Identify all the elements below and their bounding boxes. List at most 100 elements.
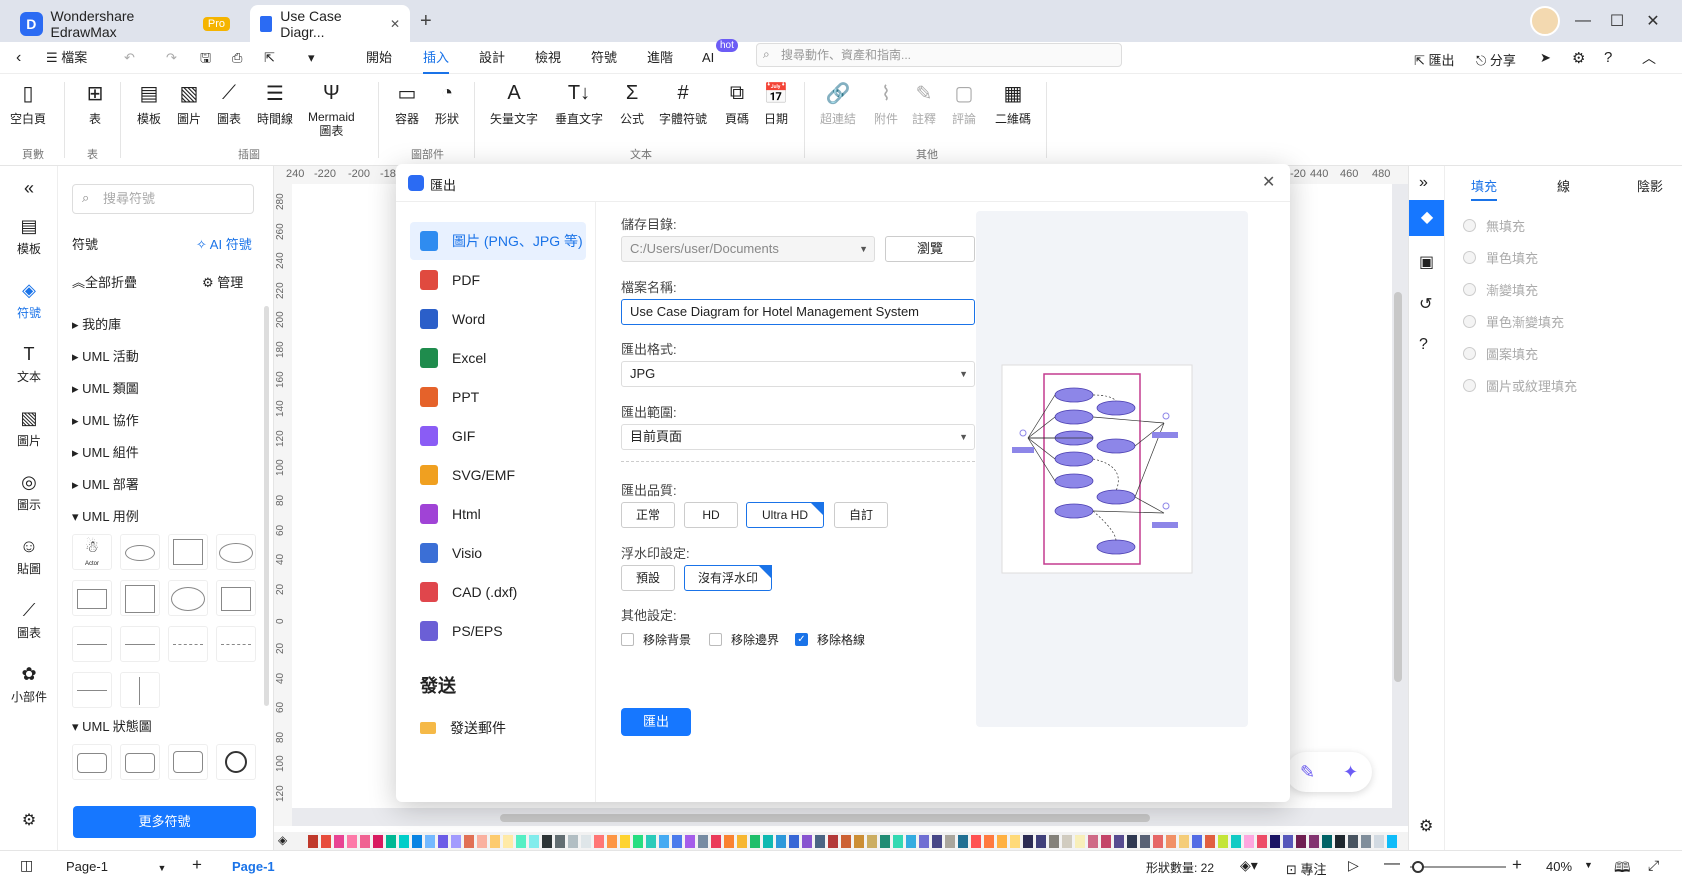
save-dir-field[interactable]: C:/Users/user/Documents ▼	[621, 236, 875, 262]
color-swatch[interactable]	[646, 835, 656, 848]
library-uml-state[interactable]: ▾ UML 狀態圖	[72, 716, 152, 735]
color-swatch[interactable]	[490, 835, 500, 848]
color-swatch[interactable]	[1296, 835, 1306, 848]
color-swatch[interactable]	[685, 835, 695, 848]
tab-shadow[interactable]: 陰影	[1637, 176, 1663, 195]
quality-custom[interactable]: 自訂	[834, 502, 888, 528]
leftbar-charts[interactable]: ⟋ 圖表	[0, 600, 58, 641]
color-swatch[interactable]	[854, 835, 864, 848]
ribbon-annotation[interactable]: ✎ 註釋	[911, 80, 937, 127]
undo-icon[interactable]: ↶	[124, 42, 135, 74]
send-icon[interactable]: ➤	[1540, 50, 1551, 66]
symbol-usecase[interactable]	[120, 534, 160, 570]
save-icon[interactable]: 🖫	[200, 42, 211, 74]
ribbon-collapse-icon[interactable]: ︿	[1642, 48, 1656, 68]
help-panel-icon[interactable]: ?	[1419, 336, 1428, 354]
collapse-all-button[interactable]: ︽全部折疊	[72, 272, 137, 291]
symbol-state[interactable]	[72, 744, 112, 780]
ribbon-page-number[interactable]: ⧉ 頁碼	[724, 80, 750, 127]
ribbon-container[interactable]: ▭ 容器	[394, 80, 420, 127]
color-swatch[interactable]	[360, 835, 370, 848]
color-swatch[interactable]	[1075, 835, 1085, 848]
settings-panel-icon[interactable]: ⚙	[1419, 816, 1433, 836]
color-swatch[interactable]	[1036, 835, 1046, 848]
color-swatch[interactable]	[672, 835, 682, 848]
color-swatch[interactable]	[1309, 835, 1319, 848]
color-swatch[interactable]	[932, 835, 942, 848]
color-swatch[interactable]	[984, 835, 994, 848]
minimize-icon[interactable]: —	[1568, 8, 1598, 34]
fill-option-solid[interactable]: 單色填充	[1463, 248, 1538, 267]
color-swatch[interactable]	[1179, 835, 1189, 848]
library-uml-collab[interactable]: ▸ UML 協作	[72, 410, 139, 429]
color-swatch[interactable]	[815, 835, 825, 848]
color-swatch[interactable]	[555, 835, 565, 848]
color-swatch[interactable]	[919, 835, 929, 848]
more-symbols-button[interactable]: 更多符號	[73, 806, 256, 838]
leftbar-text[interactable]: T 文本	[0, 344, 58, 385]
color-swatch[interactable]	[1140, 835, 1150, 848]
leftbar-stickers[interactable]: ☺ 貼圖	[0, 536, 58, 577]
color-swatch[interactable]	[802, 835, 812, 848]
page-selector[interactable]: Page-1 ▼	[66, 859, 166, 874]
print-icon[interactable]: ⎙	[232, 42, 242, 74]
color-swatch[interactable]	[516, 835, 526, 848]
library-uml-deploy[interactable]: ▸ UML 部署	[72, 474, 139, 493]
color-swatch[interactable]	[1192, 835, 1202, 848]
symbol-assoc[interactable]	[72, 672, 112, 708]
color-swatch[interactable]	[867, 835, 877, 848]
more-quick-icon[interactable]: ▾	[308, 42, 315, 74]
ai-symbol-button[interactable]: ✧ AI 符號	[196, 234, 252, 253]
symbol-include[interactable]	[168, 626, 208, 662]
color-swatch[interactable]	[542, 835, 552, 848]
menu-insert[interactable]: 插入	[423, 42, 450, 74]
library-uml-component[interactable]: ▸ UML 組件	[72, 442, 139, 461]
color-swatch[interactable]	[1049, 835, 1059, 848]
leftbar-symbols[interactable]: ◈ 符號	[0, 280, 58, 321]
color-swatch[interactable]	[1244, 835, 1254, 848]
file-menu[interactable]: ☰ 檔案	[46, 42, 87, 74]
color-swatch[interactable]	[321, 835, 331, 848]
library-my[interactable]: ▸ 我的庫	[72, 314, 121, 333]
format-item-ppt[interactable]: PPT	[410, 378, 586, 416]
color-swatch[interactable]	[399, 835, 409, 848]
color-swatch[interactable]	[477, 835, 487, 848]
ribbon-chart[interactable]: ⟋ 圖表	[216, 80, 242, 127]
ribbon-vector-text[interactable]: A 矢量文字	[490, 80, 538, 127]
color-swatch[interactable]	[347, 835, 357, 848]
menu-view[interactable]: 檢視	[535, 42, 561, 74]
ribbon-qr-code[interactable]: ▦ 二維碼	[995, 80, 1031, 127]
leftbar-templates[interactable]: ▤ 模板	[0, 216, 58, 257]
color-swatch[interactable]	[1257, 835, 1267, 848]
color-swatch[interactable]	[438, 835, 448, 848]
symbol-arrow[interactable]	[120, 626, 160, 662]
ribbon-table[interactable]: ⊞ 表	[82, 80, 108, 127]
color-swatch[interactable]	[1023, 835, 1033, 848]
ribbon-template[interactable]: ▤ 模板	[136, 80, 162, 127]
color-swatch[interactable]	[1114, 835, 1124, 848]
redo-icon[interactable]: ↷	[166, 42, 177, 74]
color-swatch[interactable]	[880, 835, 890, 848]
color-swatch[interactable]	[1283, 835, 1293, 848]
zoom-slider[interactable]	[1410, 861, 1506, 873]
symbol-system[interactable]	[120, 580, 160, 616]
new-tab-button[interactable]: +	[420, 10, 432, 33]
remove-border-checkbox[interactable]: 移除邊界	[709, 631, 779, 648]
zoom-in-icon[interactable]: +	[1512, 855, 1522, 875]
color-swatch[interactable]	[568, 835, 578, 848]
ribbon-hyperlink[interactable]: 🔗 超連結	[820, 80, 856, 127]
ribbon-shape[interactable]: ◔ 形狀	[434, 80, 460, 127]
search-input[interactable]: 搜尋動作、資產和指南...	[756, 43, 1122, 67]
symbol-note[interactable]	[216, 580, 256, 616]
color-swatch[interactable]	[893, 835, 903, 848]
color-swatch[interactable]	[763, 835, 773, 848]
leftbar-images[interactable]: ▧ 圖片	[0, 408, 58, 449]
menu-advanced[interactable]: 進階	[647, 42, 673, 74]
zoom-out-icon[interactable]: —	[1384, 855, 1400, 873]
settings-top-icon[interactable]: ⚙	[1572, 49, 1585, 67]
symbol-rect[interactable]	[72, 580, 112, 616]
ribbon-vertical-text[interactable]: T↓ 垂直文字	[555, 80, 603, 127]
color-swatch[interactable]	[724, 835, 734, 848]
color-swatch[interactable]	[464, 835, 474, 848]
color-swatch[interactable]	[789, 835, 799, 848]
